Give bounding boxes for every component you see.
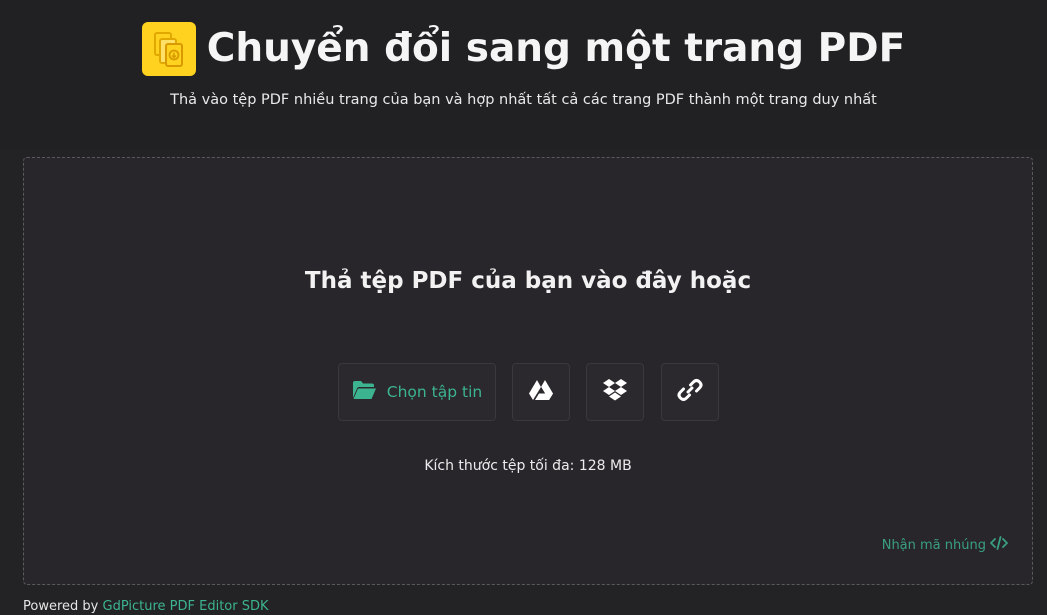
url-link-button[interactable] (661, 363, 719, 421)
max-file-size: Kích thước tệp tối đa: 128 MB (424, 458, 632, 474)
folder-open-icon (352, 380, 377, 404)
page-title: Chuyển đổi sang một trang PDF (206, 26, 906, 71)
gdpicture-link[interactable]: GdPicture PDF Editor SDK (103, 599, 269, 614)
dropzone-heading: Thả tệp PDF của bạn vào đây hoặc (304, 268, 752, 294)
title-row: Chuyển đổi sang một trang PDF (0, 22, 1047, 76)
google-drive-icon (528, 379, 554, 405)
merge-pages-icon (141, 22, 196, 76)
link-icon (677, 377, 703, 407)
dropbox-icon (602, 378, 628, 406)
powered-by-text: Powered by (23, 599, 99, 614)
powered-by-footer: Powered by GdPicture PDF Editor SDK (23, 599, 269, 614)
embed-code-label: Nhận mã nhúng (881, 537, 986, 553)
choose-file-label: Chọn tập tin (386, 383, 483, 401)
page-subtitle: Thả vào tệp PDF nhiều trang của bạn và h… (170, 92, 877, 108)
get-embed-code-link[interactable]: Nhận mã nhúng (882, 536, 1008, 554)
choose-file-button[interactable]: Chọn tập tin (338, 363, 496, 421)
page-header: Chuyển đổi sang một trang PDF Thả vào tệ… (0, 0, 1047, 150)
code-icon (986, 536, 1008, 554)
file-dropzone[interactable]: Thả tệp PDF của bạn vào đây hoặc Chọn tậ… (23, 157, 1033, 585)
google-drive-button[interactable] (512, 363, 570, 421)
dropbox-button[interactable] (586, 363, 644, 421)
